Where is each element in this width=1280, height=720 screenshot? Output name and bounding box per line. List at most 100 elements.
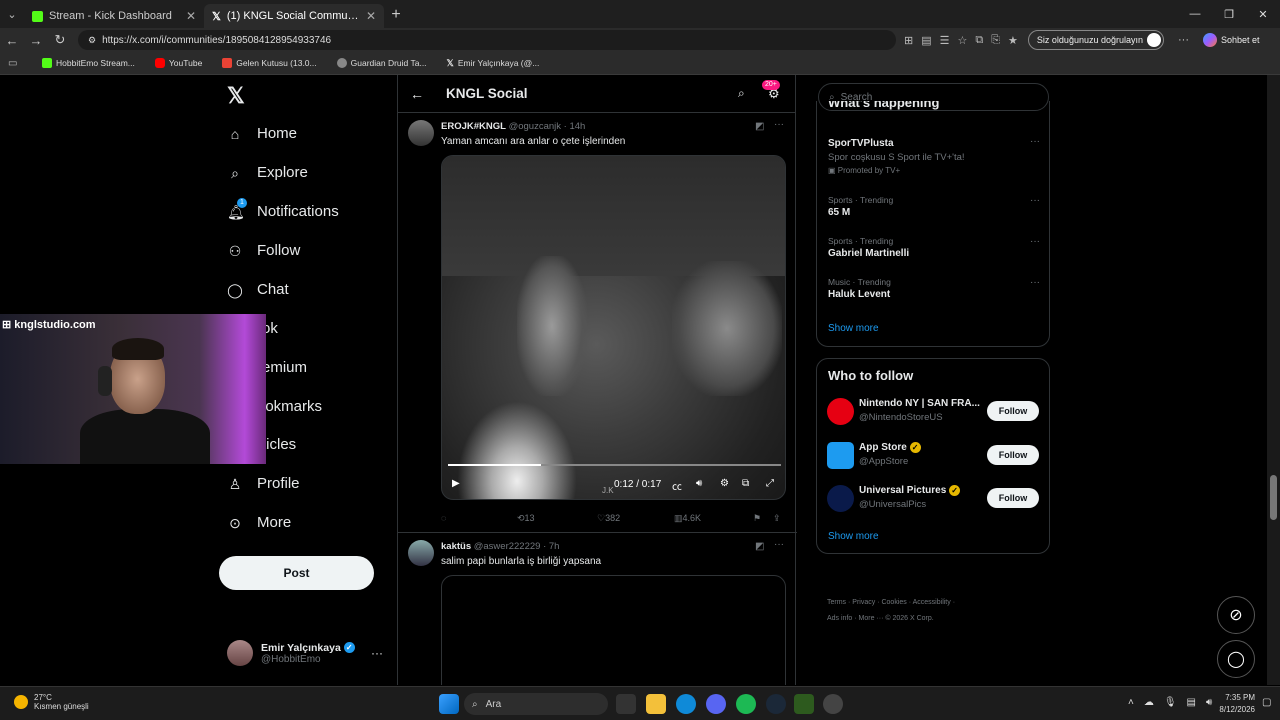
follow-suggestion[interactable]: Universal Pictures ✓ @UniversalPics Foll…	[827, 483, 1039, 513]
edge-icon[interactable]	[676, 694, 696, 714]
views-button[interactable]: ▥ 4.6K	[674, 513, 701, 524]
play-icon[interactable]: ▶	[452, 478, 460, 489]
trend-menu-icon[interactable]: ···	[1030, 136, 1040, 147]
back-icon[interactable]: ←	[0, 33, 24, 48]
avatar[interactable]	[408, 540, 434, 566]
repost-button[interactable]: ⟲ 13	[517, 513, 535, 524]
reading-list-icon[interactable]: ▭	[8, 58, 30, 69]
nav-profile[interactable]: ♙ Profile	[227, 475, 300, 492]
follow-button[interactable]: Follow	[987, 488, 1039, 508]
minimize-icon[interactable]: —	[1178, 0, 1212, 28]
post-button[interactable]: Post	[219, 556, 374, 590]
tab-list-dropdown-icon[interactable]: ⌄	[0, 0, 24, 28]
url-field[interactable]: ⚙ https://x.com/i/communities/1895084128…	[78, 30, 896, 50]
footer-privacy-link[interactable]: Privacy	[852, 599, 875, 606]
close-icon[interactable]: ✕	[186, 9, 196, 23]
spotify-icon[interactable]	[736, 694, 756, 714]
follow-suggestion[interactable]: Nintendo NY | SAN FRA... @NintendoStoreU…	[827, 396, 1039, 426]
back-arrow-icon[interactable]: ←	[410, 86, 446, 102]
bookmark-x-profile[interactable]: 𝕏 Emir Yalçınkaya (@...	[439, 58, 548, 69]
post-time[interactable]: · 14h	[564, 121, 586, 132]
account-menu-icon[interactable]: ···	[371, 646, 383, 660]
trend-item[interactable]: Sports · Trending 65 M ···	[828, 195, 1040, 218]
menu-dots-icon[interactable]: ···	[1178, 34, 1189, 46]
video-player[interactable]: J.K ▶ 0:12 / 0:17 ㏄ 🔊︎ ⚙ ⧉ ⤢	[441, 155, 786, 500]
grok-fab-button[interactable]: ⊘	[1217, 596, 1255, 634]
post-item[interactable]: EROJK#KNGL @oguzcanjk · 14h ◩ ··· Yaman …	[398, 113, 797, 533]
bookmark-icon[interactable]: ⚑	[753, 513, 761, 524]
media-placeholder[interactable]	[441, 575, 786, 685]
bookmark-gmail[interactable]: Gelen Kutusu (13.0...	[214, 58, 324, 68]
close-window-icon[interactable]: ✕	[1246, 0, 1280, 28]
steam-icon[interactable]	[766, 694, 786, 714]
trend-menu-icon[interactable]: ···	[1030, 195, 1040, 206]
reply-icon[interactable]: ◌	[441, 513, 446, 523]
fullscreen-icon[interactable]: ⤢	[766, 478, 774, 489]
x-logo-icon[interactable]: 𝕏	[227, 83, 245, 109]
post-author-name[interactable]: EROJK#KNGL	[441, 121, 506, 132]
nav-explore[interactable]: ⌕ Explore	[227, 164, 308, 181]
footer-terms-link[interactable]: Terms	[827, 599, 846, 606]
extensions-icon[interactable]: ⧉	[975, 34, 983, 47]
footer-more-link[interactable]: More ···	[859, 615, 884, 622]
tab-kngl-social[interactable]: 𝕏 (1) KNGL Social Community / X ✕	[204, 4, 384, 28]
scrollbar-thumb[interactable]	[1270, 475, 1277, 520]
trend-item[interactable]: Sports · Trending Gabriel Martinelli ···	[828, 236, 1040, 259]
like-button[interactable]: ♡ 382	[597, 513, 620, 524]
trend-menu-icon[interactable]: ···	[1030, 277, 1040, 288]
captions-icon[interactable]: ㏄	[672, 478, 682, 493]
tray-chevron-icon[interactable]: ˄	[1128, 697, 1134, 708]
collections-icon[interactable]: ⎘	[991, 34, 1000, 47]
immersive-reader-icon[interactable]: ☰	[940, 34, 950, 47]
mic-icon[interactable]: 🎙︎	[1164, 697, 1177, 708]
favorites-icon[interactable]: ★	[1008, 34, 1018, 47]
refresh-icon[interactable]: ↻	[48, 32, 72, 48]
picture-in-picture-icon[interactable]: ⧉	[742, 478, 749, 489]
post-item[interactable]: kaktüs @aswer222229 · 7h ◩ ··· salim pap…	[398, 533, 797, 685]
nav-more[interactable]: ⊙ More	[227, 514, 291, 531]
taskbar-search[interactable]: ⌕ Ara	[464, 693, 608, 715]
notification-center-icon[interactable]: ▢	[1262, 697, 1271, 708]
reader-icon[interactable]: ▤	[921, 34, 931, 47]
grok-icon[interactable]: ◩	[755, 121, 764, 132]
favorite-star-icon[interactable]: ☆	[958, 34, 968, 47]
post-author-handle[interactable]: @aswer222229	[474, 541, 541, 552]
account-switcher[interactable]: Emir Yalçınkaya ✓ @HobbitEmo ···	[227, 640, 383, 666]
nav-notifications[interactable]: 🔔︎ 1 Notifications	[227, 197, 339, 220]
post-menu-icon[interactable]: ···	[774, 539, 784, 550]
copilot-chat-button[interactable]: Sohbet et	[1203, 33, 1260, 47]
bookmark-youtube[interactable]: YouTube	[147, 58, 210, 68]
show-more-follow-link[interactable]: Show more	[828, 531, 879, 542]
weather-widget[interactable]: 27°C Kısmen güneşli	[14, 693, 89, 711]
search-icon[interactable]: ⌕	[738, 86, 745, 101]
nav-follow[interactable]: ⚇ Follow	[227, 242, 301, 259]
post-menu-icon[interactable]: ···	[774, 119, 784, 130]
footer-cookies-link[interactable]: Cookies	[881, 599, 906, 606]
trend-menu-icon[interactable]: ···	[1030, 236, 1040, 247]
follow-button[interactable]: Follow	[987, 445, 1039, 465]
post-time[interactable]: · 7h	[543, 541, 559, 552]
footer-accessibility-link[interactable]: Accessibility	[913, 599, 951, 606]
nav-chat[interactable]: ◯ Chat	[227, 281, 289, 298]
verify-identity-button[interactable]: Siz olduğunuzu doğrulayın	[1027, 30, 1164, 50]
obs-icon[interactable]	[823, 694, 843, 714]
network-icon[interactable]: ▤	[1187, 697, 1196, 708]
start-windows-icon[interactable]	[439, 694, 459, 714]
translate-icon[interactable]: ⊞	[904, 34, 913, 47]
share-icon[interactable]: ⇪	[773, 513, 781, 524]
bookmark-guardian-druid[interactable]: Guardian Druid Ta...	[329, 58, 435, 68]
footer-ads-link[interactable]: Ads info	[827, 615, 852, 622]
tab-kick-dashboard[interactable]: Stream - Kick Dashboard ✕	[24, 4, 204, 28]
forward-icon[interactable]: →	[24, 33, 48, 48]
page-scrollbar[interactable]	[1267, 75, 1280, 685]
follow-button[interactable]: Follow	[987, 401, 1039, 421]
taskbar-clock[interactable]: 7:35 PM 8/12/2026	[1205, 692, 1255, 716]
onedrive-icon[interactable]: ☁	[1144, 697, 1154, 708]
trend-item[interactable]: SporTVPlusta Spor coşkusu S Sport ile TV…	[828, 136, 1040, 175]
post-author-name[interactable]: kaktüs	[441, 541, 471, 552]
grok-icon[interactable]: ◩	[755, 541, 764, 552]
file-explorer-icon[interactable]	[646, 694, 666, 714]
nav-home[interactable]: ⌂ Home	[227, 125, 297, 142]
settings-icon[interactable]: ⚙	[720, 478, 729, 489]
show-more-trends-link[interactable]: Show more	[828, 323, 879, 334]
